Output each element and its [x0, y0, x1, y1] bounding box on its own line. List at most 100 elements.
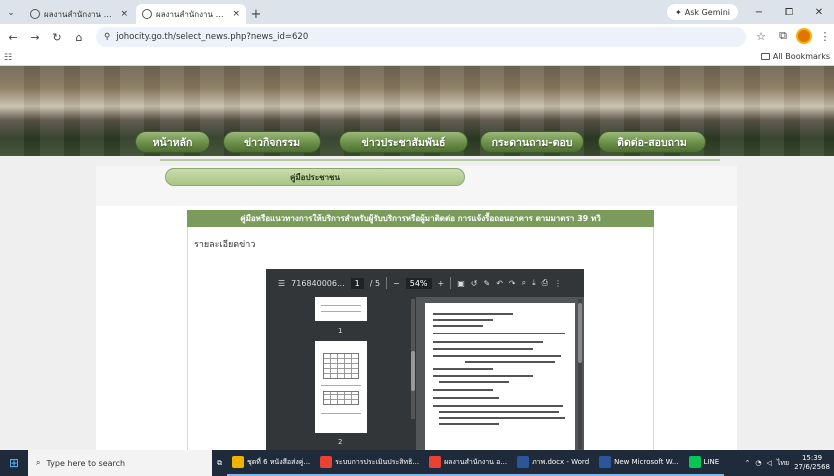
browser-tab-1[interactable]: ผลงานสำนักงาน อำนาจเมืองร้อยเอ็ด ×: [24, 4, 134, 24]
gemini-icon: ✦: [675, 7, 682, 17]
volume-icon[interactable]: ◁: [766, 459, 771, 467]
language-indicator[interactable]: ไทย: [777, 458, 789, 469]
taskbar-app-5[interactable]: New Microsoft W...: [594, 450, 684, 476]
thumbnail-page-1[interactable]: [315, 297, 367, 321]
nav-qa-board[interactable]: กระดานถาม-ตอบ: [480, 131, 584, 153]
network-icon[interactable]: ◔: [755, 459, 761, 467]
pdf-filename: 716840006...: [291, 278, 345, 288]
bookmark-star-icon[interactable]: ☆: [752, 27, 770, 45]
home-icon[interactable]: ⌂: [70, 28, 88, 46]
zoom-in-icon[interactable]: +: [438, 279, 445, 288]
close-tab-icon[interactable]: ×: [232, 9, 240, 19]
more-options-icon[interactable]: ⋮: [554, 279, 562, 288]
pdf-page: [425, 303, 575, 450]
close-window-button[interactable]: ✕: [804, 0, 834, 24]
fit-page-icon[interactable]: ▣: [457, 279, 465, 288]
toolbar-separator: [450, 277, 452, 289]
taskbar-search[interactable]: ⌕ Type here to search: [28, 450, 212, 476]
page-total: / 5: [369, 278, 381, 288]
taskbar-app-4[interactable]: ภาพ.docx - Word: [512, 450, 595, 476]
new-tab-button[interactable]: +: [246, 4, 266, 24]
pdf-toolbar: ☰ 716840006... 1 / 5 − 54% + ▣ ↺ ✎ ↶ ↷ ⌕…: [266, 269, 584, 297]
address-text: johocity.go.th/select_news.php?news_id=6…: [116, 32, 309, 42]
toolbar-right: ☆ ⧉ ⋮: [752, 27, 834, 45]
ask-gemini-button[interactable]: ✦ Ask Gemini: [667, 4, 738, 20]
system-tray: ⌃ ◔ ◁ ไทย 15:39 27/6/2568: [744, 450, 834, 476]
nav-home[interactable]: หน้าหลัก: [135, 131, 210, 153]
bookmarks-bar: ☷ All Bookmarks: [0, 50, 834, 66]
app-icon: [429, 456, 442, 468]
line-icon: [688, 456, 701, 468]
windows-taskbar: ⊞ ⌕ Type here to search ⧉ ชุดที่ 6 หนังส…: [0, 450, 834, 476]
nav-contact[interactable]: ติดต่อ-สอบถาม: [598, 131, 706, 153]
thumbnail-label-2: 2: [338, 438, 343, 446]
close-tab-icon[interactable]: ×: [120, 9, 128, 19]
extensions-icon[interactable]: ⧉: [774, 27, 792, 45]
undo-icon[interactable]: ↶: [496, 279, 503, 288]
thumbnail-scrollbar[interactable]: [411, 299, 415, 419]
nav-divider: [160, 159, 720, 161]
site-icon: [142, 9, 152, 19]
word-icon: [517, 456, 530, 468]
news-body: รายละเอียดข่าว ☰ 716840006... 1 / 5 − 54…: [187, 227, 654, 450]
thumbnail-page-2[interactable]: [315, 341, 367, 433]
clock-date: 27/6/2568: [794, 463, 830, 471]
nav-activities[interactable]: ข่าวกิจกรรม: [223, 131, 321, 153]
menu-icon[interactable]: ⋮: [816, 27, 834, 45]
taskbar-app-6[interactable]: LINE: [683, 450, 725, 476]
site-icon: [30, 9, 40, 19]
apps-grid-icon[interactable]: ☷: [4, 53, 12, 63]
back-icon[interactable]: ←: [4, 28, 22, 46]
tab-search-icon[interactable]: ⌄: [0, 2, 22, 24]
news-header: คู่มือหรือแนวทางการให้บริการสำหรับผู้รับ…: [187, 210, 654, 227]
search-icon: ⌕: [36, 458, 41, 467]
profile-avatar[interactable]: [796, 28, 812, 44]
pdf-thumbnail-sidebar: 1 2: [266, 297, 416, 450]
site-info-icon[interactable]: ⚲: [104, 32, 110, 42]
browser-toolbar: ← → ↻ ⌂ ⚲ johocity.go.th/select_news.php…: [0, 24, 834, 50]
pdf-viewer[interactable]: ☰ 716840006... 1 / 5 − 54% + ▣ ↺ ✎ ↶ ↷ ⌕…: [266, 269, 584, 450]
taskbar-app-3[interactable]: ผลงานสำนักงาน อ...: [424, 450, 513, 476]
browser-tab-strip: ⌄ ผลงานสำนักงาน อำนาจเมืองร้อยเอ็ด × ผลง…: [0, 0, 834, 24]
page-number-input[interactable]: 1: [350, 277, 364, 289]
thumbnail-label-1: 1: [338, 327, 343, 335]
redo-icon[interactable]: ↷: [509, 279, 516, 288]
maximize-button[interactable]: ⧠: [774, 0, 804, 24]
minimize-button[interactable]: −: [744, 0, 774, 24]
sidebar-toggle-icon[interactable]: ☰: [278, 279, 285, 288]
taskbar-clock[interactable]: 15:39 27/6/2568: [794, 454, 830, 472]
taskbar-app-2[interactable]: ระบบการประเมินประสิทธิ...: [315, 450, 425, 476]
folder-icon: [760, 53, 770, 60]
toolbar-separator: [386, 277, 388, 289]
reload-icon[interactable]: ↻: [48, 28, 66, 46]
page-viewport: หน้าหลัก ข่าวกิจกรรม ข่าวประชาสัมพันธ์ ก…: [0, 66, 834, 450]
all-bookmarks-button[interactable]: All Bookmarks: [760, 52, 830, 61]
address-bar[interactable]: ⚲ johocity.go.th/select_news.php?news_id…: [96, 27, 746, 47]
forward-icon[interactable]: →: [26, 28, 44, 46]
browser-tab-2[interactable]: ผลงานสำนักงาน อำนาจเมืองร้อยเอ็ด ×: [136, 4, 246, 24]
window-controls: − ⧠ ✕: [744, 0, 834, 24]
taskbar-app-1[interactable]: ชุดที่ 6 หนังสือส่งคู่...: [227, 450, 316, 476]
content-band: คู่มือประชาชน: [96, 166, 737, 206]
pdf-scrollbar[interactable]: [578, 299, 582, 449]
tab-title: ผลงานสำนักงาน อำนาจเมืองร้อยเอ็ด: [44, 9, 116, 19]
nav-announcements[interactable]: ข่าวประชาสัมพันธ์: [339, 131, 468, 153]
windows-start-icon[interactable]: ⊞: [0, 450, 28, 476]
search-doc-icon[interactable]: ⌕: [522, 278, 526, 288]
task-view-icon[interactable]: ⧉: [212, 450, 227, 476]
zoom-level[interactable]: 54%: [405, 277, 432, 289]
clock-time: 15:39: [801, 454, 823, 462]
print-icon[interactable]: ⎙: [542, 278, 548, 288]
app-icon: [320, 456, 333, 468]
tab-title: ผลงานสำนักงาน อำนาจเมืองร้อยเอ็ด: [156, 9, 228, 19]
tray-chevron-icon[interactable]: ⌃: [744, 459, 750, 467]
section-title: คู่มือประชาชน: [165, 168, 465, 186]
word-icon: [599, 456, 612, 468]
zoom-out-icon[interactable]: −: [393, 279, 400, 288]
app-icon: [232, 456, 244, 468]
annotate-icon[interactable]: ✎: [483, 279, 490, 288]
detail-label: รายละเอียดข่าว: [194, 240, 256, 250]
taskbar-search-placeholder: Type here to search: [46, 458, 126, 468]
rotate-icon[interactable]: ↺: [471, 279, 478, 288]
download-icon[interactable]: ⤓: [532, 278, 536, 288]
